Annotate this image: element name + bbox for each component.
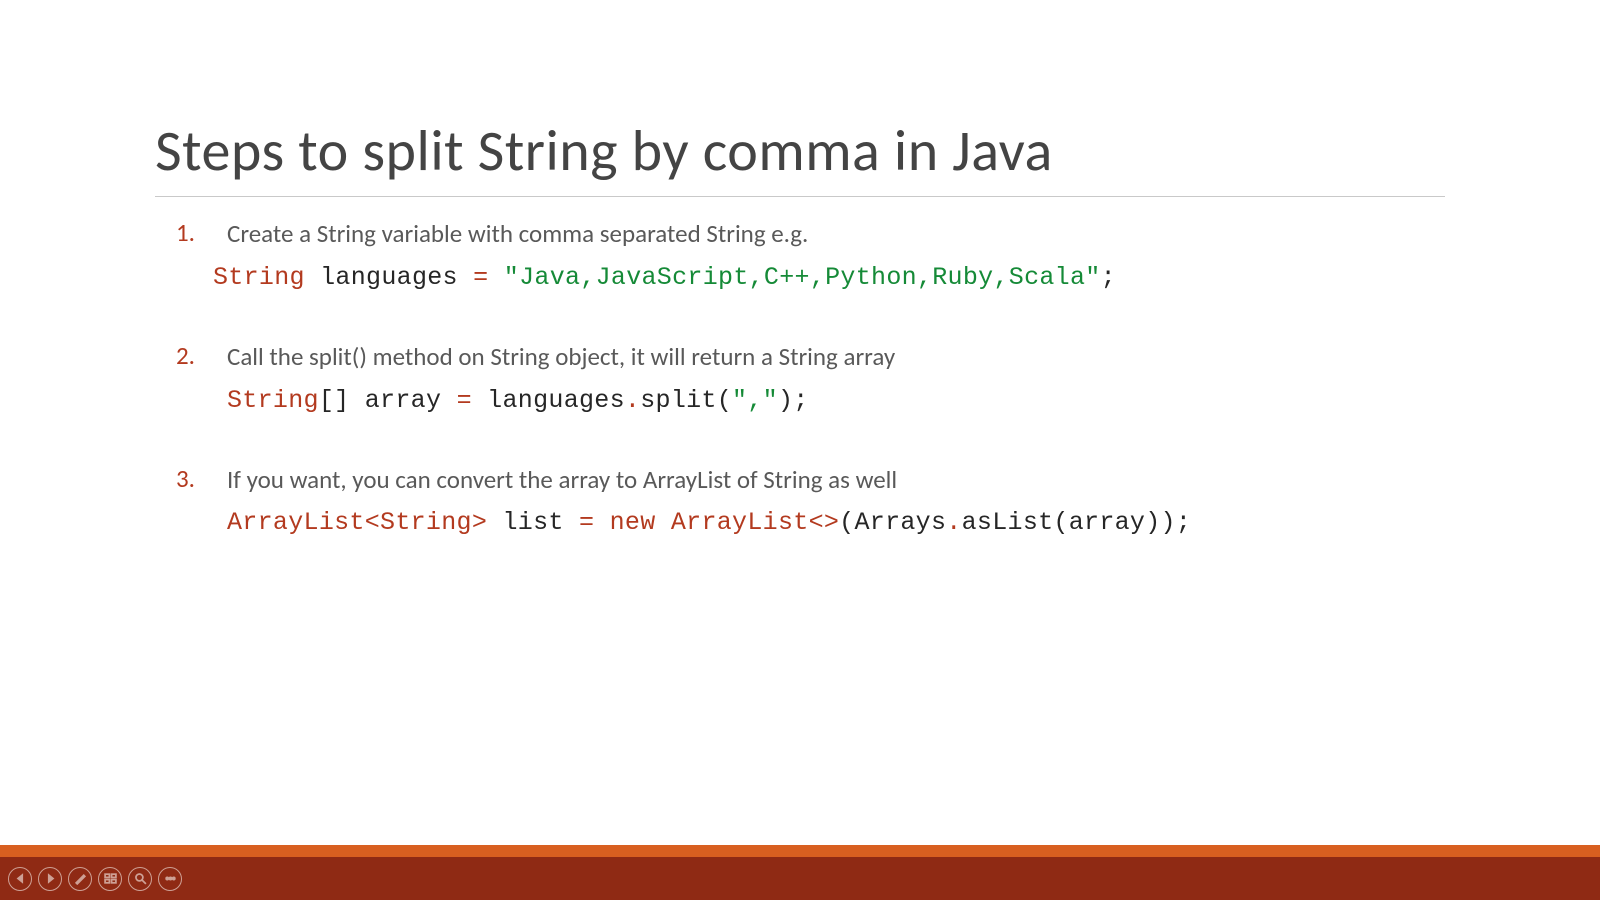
step-3-number: 3. <box>155 463 195 494</box>
step-1-code: String languages = "Java,JavaScript,C++,… <box>213 263 1445 292</box>
pen-tool-button[interactable] <box>68 867 92 891</box>
zoom-button[interactable] <box>128 867 152 891</box>
more-options-button[interactable] <box>158 867 182 891</box>
step-2-code: String[] array = languages.split(","); <box>227 386 1445 415</box>
step-1-number: 1. <box>155 217 195 248</box>
step-3-code: ArrayList<String> list = new ArrayList<>… <box>227 508 1445 537</box>
presenter-toolbar <box>0 857 1600 900</box>
step-2-text: Call the split() method on String object… <box>227 340 895 374</box>
accent-bar <box>0 845 1600 857</box>
step-2: 2. Call the split() method on String obj… <box>155 340 1445 374</box>
prev-slide-button[interactable] <box>8 867 32 891</box>
slide-title: Steps to split String by comma in Java <box>155 115 1445 197</box>
step-3: 3. If you want, you can convert the arra… <box>155 463 1445 497</box>
step-1-text: Create a String variable with comma sepa… <box>227 217 808 251</box>
step-1: 1. Create a String variable with comma s… <box>155 217 1445 251</box>
step-3-text: If you want, you can convert the array t… <box>227 463 897 497</box>
slide-body: Steps to split String by comma in Java 1… <box>0 0 1600 845</box>
slide-view-button[interactable] <box>98 867 122 891</box>
next-slide-button[interactable] <box>38 867 62 891</box>
step-2-number: 2. <box>155 340 195 371</box>
